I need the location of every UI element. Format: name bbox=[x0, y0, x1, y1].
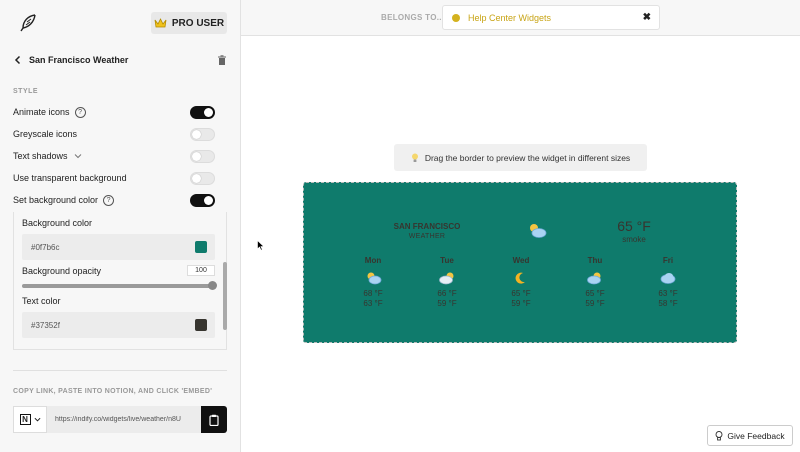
forecast-day: Fri 63 °F 58 °F bbox=[648, 256, 688, 309]
option-transparent-background: Use transparent background bbox=[13, 171, 215, 185]
give-feedback-button[interactable]: Give Feedback bbox=[707, 425, 793, 446]
partly-cloudy-icon bbox=[587, 272, 601, 285]
high-temp: 63 °F bbox=[658, 289, 678, 298]
folder-selector[interactable]: Help Center Widgets ✖ bbox=[442, 5, 660, 30]
widget-header: San Francisco Weather bbox=[13, 52, 227, 68]
notion-icon: N bbox=[19, 414, 31, 425]
text-shadows-toggle[interactable] bbox=[190, 150, 215, 163]
close-icon[interactable]: ✖ bbox=[643, 12, 651, 23]
option-greyscale-icons: Greyscale icons bbox=[13, 127, 215, 141]
cloudy-sun-icon bbox=[439, 272, 454, 285]
animate-icons-toggle[interactable] bbox=[190, 106, 215, 119]
greyscale-icons-toggle[interactable] bbox=[190, 128, 215, 141]
low-temp: 58 °F bbox=[658, 299, 678, 308]
text-color-swatch[interactable] bbox=[195, 319, 207, 331]
day-name: Thu bbox=[587, 256, 603, 265]
top-bar: BELONGS TO... Help Center Widgets ✖ bbox=[241, 0, 800, 36]
chevron-down-icon bbox=[34, 417, 40, 422]
crown-icon bbox=[154, 18, 167, 28]
widget-title: San Francisco Weather bbox=[29, 55, 129, 65]
text-color-label: Text color bbox=[22, 296, 61, 306]
high-temp: 65 °F bbox=[511, 289, 531, 298]
low-temp: 63 °F bbox=[363, 299, 383, 308]
cloud-icon bbox=[660, 273, 676, 284]
app: PRO USER San Francisco Weather STYLE Ani… bbox=[0, 0, 800, 452]
forecast-day: Tue 66 °F 59 °F bbox=[427, 256, 467, 309]
help-icon[interactable]: ? bbox=[74, 106, 86, 118]
option-label: Set background color bbox=[13, 195, 99, 205]
background-color-label: Background color bbox=[22, 218, 93, 228]
city-block: SAN FRANCISCO WEATHER bbox=[392, 222, 462, 242]
day-name: Tue bbox=[440, 256, 454, 265]
high-temp: 68 °F bbox=[363, 289, 383, 298]
pro-user-badge[interactable]: PRO USER bbox=[151, 12, 227, 34]
high-temp: 66 °F bbox=[437, 289, 457, 298]
set-background-color-toggle[interactable] bbox=[190, 194, 215, 207]
feedback-label: Give Feedback bbox=[727, 430, 785, 441]
trash-icon[interactable] bbox=[217, 54, 227, 66]
lightbulb-icon bbox=[715, 430, 723, 440]
mouse-cursor-icon bbox=[257, 240, 265, 251]
transparent-background-toggle[interactable] bbox=[190, 172, 215, 185]
folder-name: Help Center Widgets bbox=[468, 12, 552, 23]
background-opacity-slider[interactable] bbox=[22, 284, 215, 288]
background-opacity-input[interactable]: 100 bbox=[187, 265, 215, 276]
folder-color-dot bbox=[452, 13, 460, 22]
background-color-field[interactable]: #0f7b6c bbox=[22, 234, 215, 260]
divider bbox=[13, 370, 227, 371]
background-settings-panel: Background color #0f7b6c Background opac… bbox=[13, 212, 227, 350]
notion-dropdown-button[interactable]: N bbox=[13, 406, 47, 433]
option-label: Use transparent background bbox=[13, 173, 127, 183]
day-name: Mon bbox=[364, 256, 382, 265]
option-animate-icons: Animate icons ? bbox=[13, 105, 215, 119]
resize-hint: Drag the border to preview the widget in… bbox=[394, 144, 647, 171]
option-label: Greyscale icons bbox=[13, 129, 78, 139]
background-opacity-label: Background opacity bbox=[22, 266, 102, 276]
forecast-day: Thu 65 °F 59 °F bbox=[575, 256, 615, 309]
text-color-value: #37352f bbox=[31, 320, 60, 330]
style-section-label: STYLE bbox=[13, 88, 39, 95]
lightbulb-icon bbox=[411, 153, 418, 162]
embed-url-input[interactable] bbox=[47, 406, 201, 433]
hint-text: Drag the border to preview the widget in… bbox=[424, 152, 631, 163]
day-name: Fri bbox=[662, 256, 674, 265]
chevron-left-icon[interactable] bbox=[13, 55, 23, 65]
low-temp: 59 °F bbox=[437, 299, 457, 308]
city-name: SAN FRANCISCO bbox=[393, 222, 461, 231]
partly-cloudy-icon bbox=[530, 224, 547, 238]
current-temperature: 65 °F bbox=[617, 218, 651, 234]
forecast-day: Mon 68 °F 63 °F bbox=[353, 256, 393, 309]
clipboard-icon bbox=[209, 414, 219, 426]
embed-instructions: COPY LINK, PASTE INTO NOTION, AND CLICK … bbox=[13, 388, 213, 395]
city-subtitle: WEATHER bbox=[408, 233, 446, 240]
pro-badge-label: PRO USER bbox=[171, 17, 225, 29]
moon-icon bbox=[515, 272, 525, 284]
partly-cloudy-icon bbox=[367, 272, 382, 285]
sidebar: PRO USER San Francisco Weather STYLE Ani… bbox=[0, 0, 241, 452]
current-condition: smoke bbox=[622, 235, 646, 244]
sidebar-scrollbar[interactable] bbox=[223, 262, 227, 330]
text-color-field[interactable]: #37352f bbox=[22, 312, 215, 338]
embed-row: N bbox=[13, 406, 227, 433]
option-label: Animate icons bbox=[13, 107, 70, 117]
option-text-shadows: Text shadows bbox=[13, 149, 215, 163]
option-label: Text shadows bbox=[13, 151, 68, 161]
belongs-to-label: BELONGS TO... bbox=[381, 13, 445, 22]
background-color-swatch[interactable] bbox=[195, 241, 207, 253]
option-set-background-color: Set background color ? bbox=[13, 193, 215, 207]
weather-widget-preview[interactable]: SAN FRANCISCO WEATHER 65 °F smoke Mon 68… bbox=[303, 182, 737, 343]
copy-link-button[interactable] bbox=[201, 406, 227, 433]
chevron-down-icon[interactable] bbox=[74, 152, 82, 160]
help-icon[interactable]: ? bbox=[103, 194, 115, 206]
forecast-day: Wed 65 °F 59 °F bbox=[501, 256, 541, 309]
low-temp: 59 °F bbox=[511, 299, 531, 308]
slider-thumb[interactable] bbox=[208, 281, 217, 290]
high-temp: 65 °F bbox=[585, 289, 605, 298]
low-temp: 59 °F bbox=[585, 299, 605, 308]
background-color-value: #0f7b6c bbox=[31, 242, 60, 252]
day-name: Wed bbox=[512, 256, 530, 265]
feather-icon[interactable] bbox=[18, 13, 38, 33]
